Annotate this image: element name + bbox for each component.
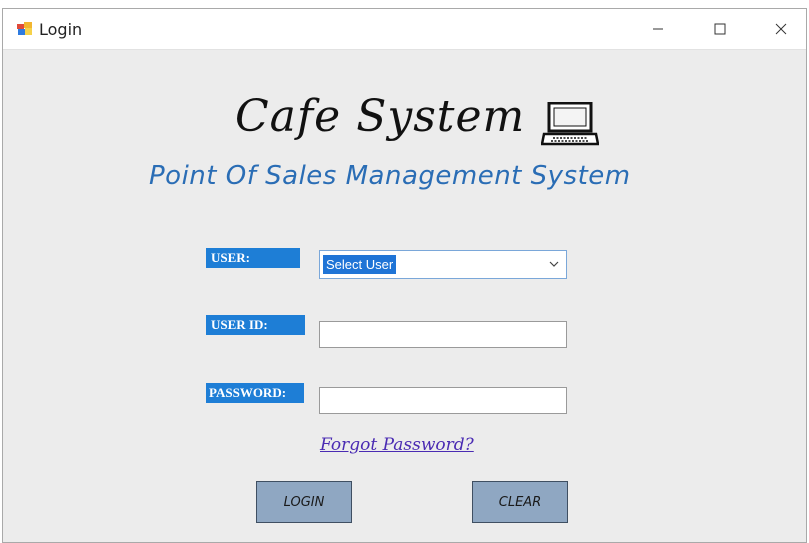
maximize-icon xyxy=(714,23,726,35)
close-icon xyxy=(775,23,787,35)
login-button[interactable]: LOGIN xyxy=(256,481,352,523)
user-id-label: USER ID: xyxy=(206,315,305,335)
laptop-icon xyxy=(540,101,600,151)
close-button[interactable] xyxy=(758,9,804,49)
app-subtitle: Point Of Sales Management System xyxy=(149,161,631,191)
title-bar: Login xyxy=(3,9,806,50)
chevron-down-icon xyxy=(549,261,559,267)
window-title: Login xyxy=(39,20,83,39)
user-select[interactable]: Select User xyxy=(319,250,567,279)
password-input[interactable] xyxy=(319,387,567,414)
user-select-value: Select User xyxy=(323,255,397,274)
minimize-icon xyxy=(653,28,663,30)
password-label: PASSWORD: xyxy=(206,383,304,403)
clear-button[interactable]: CLEAR xyxy=(472,481,568,523)
app-title: Cafe System xyxy=(235,91,526,142)
minimize-button[interactable] xyxy=(635,9,681,49)
app-icon xyxy=(17,22,33,36)
maximize-button[interactable] xyxy=(697,9,743,49)
user-label: USER: xyxy=(206,248,300,268)
forgot-password-link[interactable]: Forgot Password? xyxy=(320,435,474,455)
login-window: Login Cafe System Point Of Sales Managem… xyxy=(2,8,807,543)
user-id-input[interactable] xyxy=(319,321,567,348)
